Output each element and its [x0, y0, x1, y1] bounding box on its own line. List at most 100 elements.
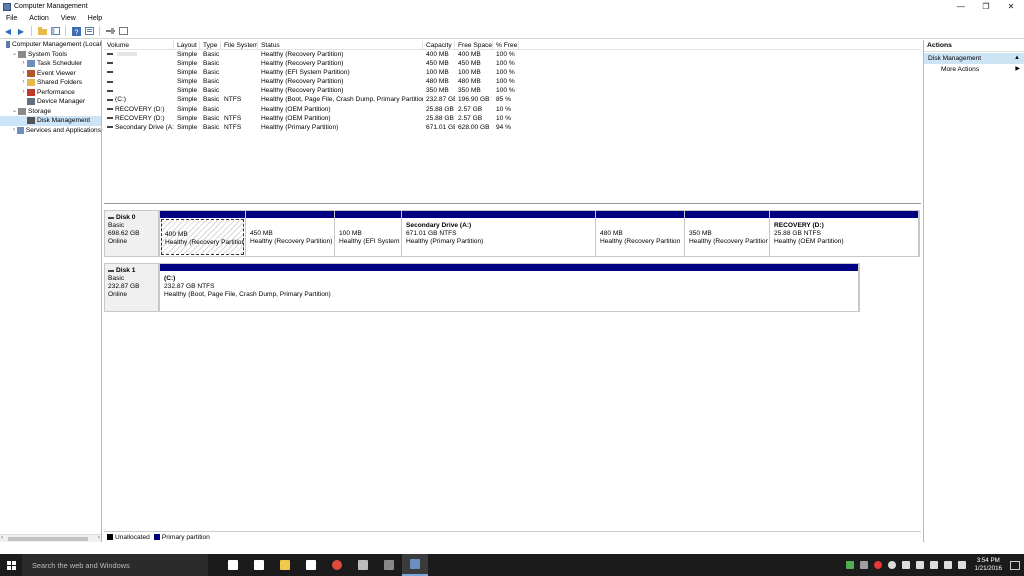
partition-block[interactable]: 480 MB Healthy (Recovery Partition [596, 211, 685, 256]
app-taskbar-button[interactable] [350, 554, 376, 576]
tray-monitor-icon[interactable] [944, 561, 953, 569]
scrollbar-thumb[interactable] [8, 537, 88, 541]
column-header-type[interactable]: Type [200, 41, 221, 49]
legend-label: Unallocated [115, 533, 150, 541]
partition-block[interactable]: 100 MB Healthy (EFI System I [335, 211, 402, 256]
forward-arrow-icon[interactable]: ▶ [16, 26, 26, 36]
volume-icon [107, 126, 113, 128]
connect-icon[interactable] [105, 26, 115, 36]
expand-arrow-icon[interactable]: › [20, 59, 27, 69]
show-hide-tree-icon[interactable] [50, 26, 60, 36]
more-actions-item[interactable]: More Actions ▶ [924, 64, 1024, 75]
tree-item-label: Services and Applications [25, 126, 101, 134]
partition-details: 100 MB Healthy (EFI System I [336, 219, 400, 255]
table-row[interactable]: (C:) Simple Basic NTFS Healthy (Boot, Page F… [104, 95, 921, 104]
tree-item[interactable]: Disk Management [0, 116, 101, 126]
file-explorer-taskbar-button[interactable] [272, 554, 298, 576]
tray-shield-icon[interactable] [860, 561, 869, 569]
volume-name: Secondary Drive (A:) [115, 123, 174, 131]
tree-horizontal-scrollbar[interactable]: ‹ › [0, 534, 101, 542]
back-arrow-icon[interactable]: ◀ [3, 26, 13, 36]
partition-block[interactable]: 350 MB Healthy (Recovery Partition [685, 211, 770, 256]
tree-item[interactable]: ⌄ Storage [0, 107, 101, 117]
table-row[interactable]: Secondary Drive (A:) Simple Basic NTFS Healt… [104, 123, 921, 132]
column-header-volume[interactable]: Volume [104, 41, 174, 49]
collapse-up-icon[interactable]: ▲ [1014, 53, 1020, 64]
table-cell-free: 2.57 GB [458, 105, 483, 113]
table-cell-capacity: 480 MB [426, 78, 449, 86]
start-button[interactable] [0, 554, 22, 576]
table-row[interactable]: Simple Basic Healthy (Recovery Partition) 4… [104, 50, 921, 59]
table-row[interactable]: Simple Basic Healthy (Recovery Partition) 4… [104, 77, 921, 86]
disk-label[interactable]: Disk 1 Basic 232.87 GB Online [104, 263, 159, 312]
help-icon[interactable]: ? [71, 26, 81, 36]
menu-action[interactable]: Action [23, 15, 54, 22]
computer-management-taskbar-button[interactable] [402, 554, 428, 576]
tree-item[interactable]: › Event Viewer [0, 69, 101, 79]
properties-icon[interactable] [84, 26, 94, 36]
column-header-status[interactable]: Status [258, 41, 423, 49]
list-view-icon[interactable] [118, 26, 128, 36]
tree-item[interactable]: › Shared Folders [0, 78, 101, 88]
partition-block[interactable]: (C:) 232.87 GB NTFS Healthy (Boot, Page Fi… [160, 264, 859, 311]
taskbar-search-box[interactable]: Search the web and Windows [22, 554, 208, 576]
collapse-arrow-icon[interactable]: ⌄ [11, 107, 18, 117]
tray-keyboard-icon[interactable] [958, 561, 967, 569]
volume-icon [107, 71, 113, 74]
table-row[interactable]: Simple Basic Healthy (Recovery Partition) 4… [104, 59, 921, 68]
table-row[interactable]: Simple Basic Healthy (Recovery Partition) 3… [104, 86, 921, 95]
column-header-percent-free[interactable]: % Free [493, 41, 519, 49]
table-cell-capacity: 400 MB [426, 51, 449, 58]
tree-item[interactable]: ⌄ System Tools [0, 50, 101, 60]
up-folder-icon[interactable] [37, 26, 47, 36]
expand-arrow-icon[interactable]: › [20, 78, 27, 88]
expand-arrow-icon[interactable]: › [20, 69, 27, 79]
table-cell-fs [221, 59, 258, 68]
partition-block[interactable]: 450 MB Healthy (Recovery Partition) [246, 211, 335, 256]
actions-section-disk-management[interactable]: Disk Management ▲ [924, 53, 1024, 64]
tray-app-icon[interactable] [846, 561, 855, 569]
minimize-button[interactable]: — [948, 0, 974, 13]
maximize-button[interactable]: ❐ [973, 0, 999, 13]
close-button[interactable]: ✕ [998, 0, 1024, 13]
table-row[interactable]: Simple Basic Healthy (EFI System Partition… [104, 68, 921, 77]
settings-taskbar-button[interactable] [246, 554, 272, 576]
taskbar-clock[interactable]: 3:54 PM 1/21/2016 [974, 557, 1002, 573]
tree-item[interactable]: › Services and Applications [0, 126, 101, 136]
menu-file[interactable]: File [0, 15, 23, 22]
tray-network-icon[interactable] [916, 561, 925, 569]
menu-view[interactable]: View [55, 15, 82, 22]
column-header-free-space[interactable]: Free Space [455, 41, 493, 49]
terminal-icon [384, 560, 394, 570]
menu-help[interactable]: Help [82, 15, 108, 22]
chevron-right-icon: ▶ [1015, 66, 1020, 72]
performance-icon [27, 88, 35, 96]
tree-item[interactable]: › Performance [0, 88, 101, 98]
tree-item[interactable]: › Task Scheduler [0, 59, 101, 69]
task-view-taskbar-button[interactable] [220, 554, 246, 576]
chrome-taskbar-button[interactable] [324, 554, 350, 576]
column-header-file-system[interactable]: File System [221, 41, 258, 49]
notifications-icon[interactable] [1010, 560, 1020, 570]
partition-block[interactable]: 400 MB Healthy (Recovery Partition [160, 211, 246, 256]
tray-clipboard-icon[interactable] [902, 561, 911, 569]
partition-block[interactable]: RECOVERY (D:) 25.88 GB NTFS Healthy (OEM P… [770, 211, 919, 256]
tray-record-icon[interactable] [874, 561, 883, 569]
scroll-left-icon[interactable]: ‹ [1, 535, 3, 541]
tray-speaker-icon[interactable] [930, 561, 939, 569]
column-header-layout[interactable]: Layout [174, 41, 200, 49]
table-row[interactable]: RECOVERY (D:) Simple Basic NTFS Healthy (OEM… [104, 114, 921, 123]
column-header-capacity[interactable]: Capacity [423, 41, 455, 49]
partition-block[interactable]: Secondary Drive (A:) 671.01 GB NTFS Health… [402, 211, 596, 256]
expand-arrow-icon[interactable]: › [20, 88, 27, 98]
table-cell-status: Healthy (Boot, Page File, Crash Dump, Pr… [261, 96, 423, 104]
disk-label[interactable]: Disk 0 Basic 698.62 GB Online [104, 210, 159, 257]
store-taskbar-button[interactable] [298, 554, 324, 576]
terminal-taskbar-button[interactable] [376, 554, 402, 576]
tray-circle-icon[interactable] [888, 561, 897, 569]
tree-item[interactable]: Device Manager [0, 97, 101, 107]
table-row[interactable]: RECOVERY (D:) Simple Basic Healthy (OEM Par… [104, 105, 921, 114]
tree-item[interactable]: Computer Management (Local [0, 40, 101, 50]
collapse-arrow-icon[interactable]: ⌄ [11, 50, 18, 60]
scroll-right-icon[interactable]: › [98, 535, 100, 541]
